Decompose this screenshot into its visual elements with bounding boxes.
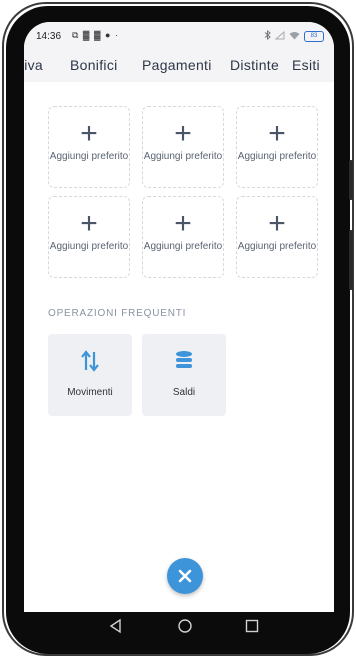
add-favorite-label: Aggiungi preferito (49, 241, 129, 252)
operation-movimenti[interactable]: Movimenti (48, 334, 132, 416)
tab-bar: tiva Bonifici Pagamenti Distinte Esiti (24, 48, 334, 82)
tab-pagamenti[interactable]: Pagamenti (142, 57, 212, 73)
plus-icon: + (174, 117, 192, 150)
database-stack-icon (176, 351, 192, 368)
plus-icon: + (268, 117, 286, 150)
add-favorite-tile[interactable]: + Aggiungi preferito (142, 196, 224, 278)
plus-icon: + (268, 207, 286, 240)
bluetooth-icon (264, 29, 271, 42)
power-button (349, 230, 353, 290)
add-favorite-label: Aggiungi preferito (143, 241, 223, 252)
tab-partial[interactable]: tiva (24, 57, 43, 73)
operation-label: Saldi (172, 387, 196, 398)
add-favorite-tile[interactable]: + Aggiungi preferito (236, 106, 318, 188)
close-icon (178, 569, 192, 583)
back-triangle-icon[interactable] (108, 618, 124, 639)
plus-icon: + (174, 207, 192, 240)
plus-icon: + (80, 117, 98, 150)
tab-distinte[interactable]: Distinte (230, 57, 279, 73)
wifi-icon (289, 31, 300, 42)
operation-saldi[interactable]: Saldi (142, 334, 226, 416)
add-favorite-label: Aggiungi preferito (237, 241, 317, 252)
add-favorite-label: Aggiungi preferito (237, 151, 317, 162)
home-circle-icon[interactable] (177, 618, 193, 639)
notification-icons: ⧉ ▓ ▓ ● · (72, 30, 119, 40)
tab-bonifici[interactable]: Bonifici (70, 57, 118, 73)
close-fab-button[interactable] (167, 558, 203, 594)
add-favorite-tile[interactable]: + Aggiungi preferito (48, 196, 130, 278)
add-favorite-label: Aggiungi preferito (143, 151, 223, 162)
plus-icon: + (80, 207, 98, 240)
status-right: 83 (264, 29, 324, 42)
add-favorite-label: Aggiungi preferito (49, 151, 129, 162)
add-favorite-tile[interactable]: + Aggiungi preferito (48, 106, 130, 188)
recents-square-icon[interactable] (244, 618, 260, 639)
add-favorite-tile[interactable]: + Aggiungi preferito (236, 196, 318, 278)
navigation-bar (24, 612, 334, 642)
status-time: 14:36 (36, 31, 62, 42)
add-favorite-tile[interactable]: + Aggiungi preferito (142, 106, 224, 188)
signal-icon (274, 30, 285, 42)
screen: 14:36 ⧉ ▓ ▓ ● · 83 tiva Bonifici Pagamen… (24, 22, 334, 612)
transfer-arrows-icon (81, 350, 99, 372)
tab-esiti[interactable]: Esiti (292, 57, 320, 73)
status-bar: 14:36 ⧉ ▓ ▓ ● · 83 (24, 22, 334, 48)
volume-button (349, 160, 353, 200)
frequent-operations-title: OPERAZIONI FREQUENTI (48, 308, 187, 319)
battery-icon: 83 (304, 30, 324, 42)
operation-label: Movimenti (67, 387, 113, 398)
